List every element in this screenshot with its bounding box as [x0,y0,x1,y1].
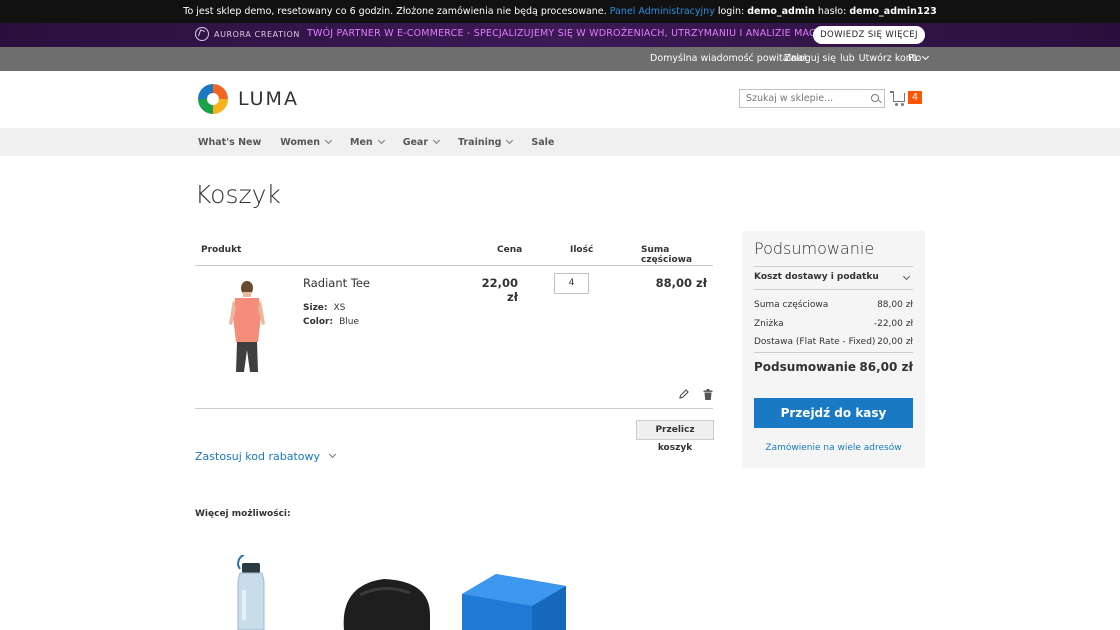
option-size-label: Size: [303,303,328,313]
demo-notice-bar: To jest sklep demo, resetowany co 6 godz… [0,0,1120,23]
aurora-logo[interactable]: AURORA CREATION [195,27,300,41]
nav-item-label: Training [458,136,502,148]
chevron-down-icon [506,136,514,144]
chevron-down-icon [921,52,930,61]
chevron-down-icon [902,272,911,281]
product-thumbnail-bag[interactable] [340,575,432,630]
product-option-color: Color: Blue [303,317,359,327]
password-label: hasło: [817,6,847,17]
luma-logo[interactable]: LUMA [198,84,299,114]
summary-row-discount: Zniżka -22,00 zł [754,319,913,329]
summary-row-value: -22,00 zł [873,319,913,329]
search-input[interactable]: Szukaj w sklepie... [739,89,885,108]
cart-count-badge: 4 [908,91,923,104]
language-switcher[interactable]: PL [908,52,930,64]
apply-discount-toggle[interactable]: Zastosuj kod rabatowy [195,450,337,463]
nav-item-label: Sale [531,136,555,148]
minicart-button[interactable]: 4 [890,91,923,106]
nav-item-label: Gear [402,136,429,148]
nav-item-label: What's New [198,136,262,148]
summary-row-label: Suma częściowa [754,300,829,310]
column-header-price: Cena [497,245,523,255]
page-title: Koszyk [195,180,281,209]
column-header-qty: Ilość [570,245,594,255]
cart-summary: Podsumowanie Koszt dostawy i podatku Sum… [742,231,925,468]
language-label: PL [908,53,920,64]
summary-row-label: Dostawa (Flat Rate - Fixed) [754,337,876,347]
summary-row-shipping: Dostawa (Flat Rate - Fixed) 20,00 zł [754,337,913,347]
chevron-down-icon [432,136,441,144]
multi-address-checkout-link[interactable]: Zamówienie na wiele adresów [742,443,925,453]
password-value: demo_admin123 [849,6,937,17]
chevron-down-icon [328,450,337,459]
cart-icon [890,91,905,106]
product-thumbnail-yoga-block[interactable] [460,572,568,630]
product-image[interactable] [225,280,269,374]
nav-item-men[interactable]: Men [350,136,385,148]
login-value: demo_admin [747,6,815,17]
page-header: LUMA Szukaj w sklepie... 4 [0,71,1120,128]
pencil-icon[interactable] [679,389,689,399]
quantity-input[interactable]: 4 [554,273,589,294]
admin-panel-link[interactable]: Panel Administracyjny [610,6,715,17]
nav-item-gear[interactable]: Gear [402,136,441,148]
product-option-size: Size: XS [303,303,345,313]
summary-row-subtotal: Suma częściowa 88,00 zł [754,300,913,310]
header-divider [195,265,713,266]
nav-item-label: Men [350,136,373,148]
sign-in-link[interactable]: Zaloguj się [784,53,836,64]
column-header-product: Produkt [201,245,242,255]
summary-divider [754,266,913,267]
summary-divider [754,352,913,353]
summary-grand-total: Podsumowanie 86,00 zł [754,360,913,374]
item-subtotal: 88,00 zł [655,276,707,290]
promo-text: TWÓJ PARTNER W E-COMMERCE - SPECJALIZUJE… [307,28,844,39]
chevron-down-icon [324,136,333,144]
summary-divider [754,289,913,290]
item-price: 22,00 zł [481,276,518,304]
option-color-value: Blue [339,317,360,327]
demo-notice-text: To jest sklep demo, resetowany co 6 godz… [183,6,607,17]
search-placeholder: Szukaj w sklepie... [746,93,834,104]
discount-label: Zastosuj kod rabatowy [195,450,321,463]
nav-menu: What's New Women Men Gear Training Sale [198,128,573,156]
or-text: lub [839,53,855,64]
chevron-down-icon [377,136,385,144]
nav-item-women[interactable]: Women [280,136,333,148]
aurora-brand-text: AURORA CREATION [214,29,301,39]
nav-item-what-s-new[interactable]: What's New [198,137,261,148]
main-navigation: What's New Women Men Gear Training Sale [0,128,1120,156]
trash-icon[interactable] [703,389,713,400]
header-panel: Domyślna wiadomość powitalna! Zaloguj si… [0,47,1120,71]
row-divider [195,408,713,409]
shipping-tax-toggle[interactable]: Koszt dostawy i podatku [754,272,913,282]
login-label: login: [717,6,745,17]
summary-row-label: Zniżka [754,319,784,329]
summary-title: Podsumowanie [754,239,875,258]
nav-item-training[interactable]: Training [458,136,514,148]
proceed-to-checkout-button[interactable]: Przejdź do kasy [754,398,913,428]
update-cart-button[interactable]: Przelicz koszyk [636,420,714,453]
option-color-label: Color: [303,317,334,327]
grand-total-value: 86,00 zł [859,360,913,374]
promo-bar: AURORA CREATION TWÓJ PARTNER W E-COMMERC… [0,23,1120,47]
aurora-logo-icon [195,27,209,41]
summary-row-value: 20,00 zł [877,337,913,347]
product-name-link[interactable]: Radiant Tee [303,276,370,290]
logo-text: LUMA [238,88,299,110]
account-links: Zaloguj się lub Utwórz konto [784,53,921,64]
nav-item-sale[interactable]: Sale [531,137,554,148]
crosssell-title: Więcej możliwości: [195,509,291,519]
grand-total-label: Podsumowanie [754,360,857,374]
column-header-subtotal: Suma częściowa [641,245,693,265]
nav-item-label: Women [280,136,321,148]
search-icon[interactable] [871,94,879,102]
shipping-tax-label: Koszt dostawy i podatku [754,272,879,282]
luma-logo-icon [198,84,228,114]
learn-more-button[interactable]: DOWIEDZ SIĘ WIĘCEJ [813,26,925,44]
summary-row-value: 88,00 zł [877,300,913,310]
product-thumbnail-water-bottle[interactable] [230,555,274,630]
option-size-value: XS [333,303,346,313]
